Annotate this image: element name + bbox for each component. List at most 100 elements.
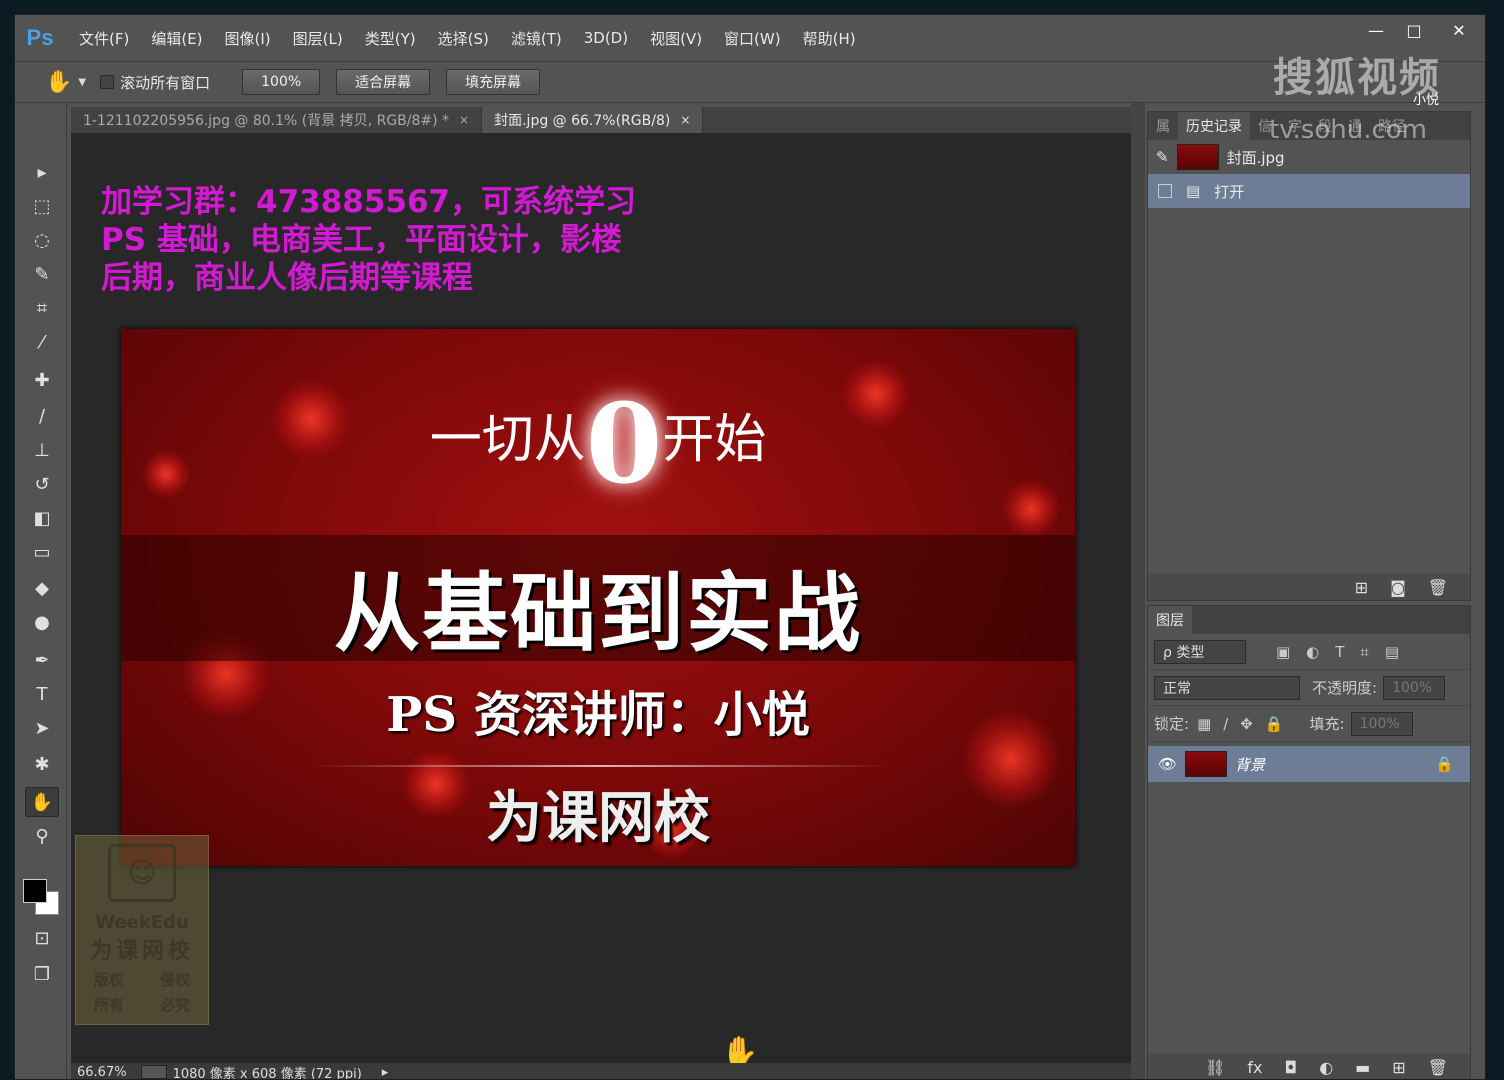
document-artboard[interactable]: 一切从0开始 从基础到实战 PS 资深讲师：小悦 为课网校	[121, 329, 1075, 866]
tab-document-1[interactable]: 1-121102205956.jpg @ 80.1% (背景 拷贝, RGB/8…	[71, 107, 483, 133]
lock-icons[interactable]: ▦∕✥🔒	[1197, 715, 1295, 733]
brush-icon[interactable]: ✎	[1156, 148, 1169, 166]
chevron-down-icon[interactable]: ▼	[78, 77, 86, 88]
minimize-button[interactable]: —	[1357, 15, 1395, 45]
dodge-tool-icon[interactable]: ●	[25, 607, 59, 637]
watermark-text: 版权	[93, 971, 124, 989]
filter-icons[interactable]: ▣◐T⌗▤	[1276, 643, 1415, 661]
overlay-line: 后期，商业人像后期等课程	[101, 260, 473, 296]
tab-history[interactable]: 历史记录	[1178, 112, 1250, 140]
layer-filter-select[interactable]: ρ 类型	[1154, 639, 1246, 664]
trash-icon[interactable]: 🗑	[1428, 578, 1448, 597]
opacity-input[interactable]: 100%	[1383, 675, 1446, 700]
move-tool-icon[interactable]: ▸	[25, 157, 59, 187]
zoom-100-button[interactable]: 100%	[242, 69, 321, 95]
layer-filter-row: ρ 类型 ▣◐T⌗▤	[1148, 634, 1470, 670]
stamp-tool-icon[interactable]: ⊥	[25, 435, 59, 465]
quick-mask-icon[interactable]: ⊡	[25, 923, 59, 953]
eye-icon[interactable]: 👁	[1158, 755, 1177, 773]
watermark-cn: 为课网校	[89, 939, 194, 964]
history-brush-tool-icon[interactable]: ↺	[25, 469, 59, 499]
zoom-level[interactable]: 66.67%	[77, 1065, 127, 1080]
layers-panel-footer: ⛓ fx ◘ ◐ ▬ ⊞ 🗑	[1148, 1054, 1470, 1079]
eraser-tool-icon[interactable]: ◧	[25, 503, 59, 533]
menu-filter[interactable]: 滤镜(T)	[511, 28, 562, 49]
new-layer-icon[interactable]: ⊞	[1392, 1058, 1405, 1077]
fill-input[interactable]: 100%	[1350, 711, 1413, 736]
folder-icon[interactable]: ▬	[1355, 1058, 1370, 1077]
quick-select-tool-icon[interactable]: ✎	[25, 259, 59, 289]
watermark-brand: WeekEdu	[95, 912, 189, 933]
tab-label: 封面.jpg @ 66.7%(RGB/8)	[494, 113, 671, 129]
menu-edit[interactable]: 编辑(E)	[151, 28, 202, 49]
window-controls: — □ ✕	[1357, 15, 1485, 45]
fill-screen-button[interactable]: 填充屏幕	[446, 69, 541, 95]
menu-window[interactable]: 窗口(W)	[724, 28, 781, 49]
crop-tool-icon[interactable]: ⌗	[25, 293, 59, 323]
maximize-button[interactable]: □	[1395, 15, 1433, 45]
close-icon[interactable]: ×	[459, 113, 469, 127]
tab-properties[interactable]: 属	[1148, 116, 1178, 136]
adjustment-icon[interactable]: ◐	[1319, 1058, 1333, 1077]
link-icon[interactable]: ⛓	[1205, 1058, 1225, 1077]
opacity-label: 不透明度:	[1312, 679, 1378, 697]
document-tabs: 1-121102205956.jpg @ 80.1% (背景 拷贝, RGB/8…	[71, 107, 1143, 133]
overlay-line: 加学习群：473885567，可系统学习	[101, 184, 637, 220]
blend-mode-select[interactable]: 正常	[1154, 675, 1300, 700]
lock-label: 锁定:	[1154, 715, 1190, 733]
tab-layers[interactable]: 图层	[1148, 606, 1192, 634]
status-info-icon[interactable]	[140, 1065, 167, 1079]
foreground-color-swatch[interactable]	[23, 879, 47, 903]
gradient-tool-icon[interactable]: ▭	[25, 537, 59, 567]
menu-bar: Ps 文件(F) 编辑(E) 图像(I) 图层(L) 类型(Y) 选择(S) 滤…	[15, 15, 1485, 61]
blend-row: 正常 不透明度: 100%	[1148, 670, 1470, 706]
fx-icon[interactable]: fx	[1247, 1058, 1262, 1077]
path-select-tool-icon[interactable]: ➤	[25, 713, 59, 743]
mask-icon[interactable]: ◘	[1285, 1058, 1298, 1077]
screen-mode-icon[interactable]: ❐	[25, 959, 59, 989]
toolbox: ▸ ⬚ ◌ ✎ ⌗ ⁄ ✚ ∕ ⊥ ↺ ◧ ▭ ◆ ● ✒ T ➤ ✱ ✋ ⚲ …	[15, 103, 67, 1079]
close-icon[interactable]: ×	[680, 113, 690, 127]
menu-3d[interactable]: 3D(D)	[584, 29, 628, 47]
scroll-all-checkbox[interactable]	[100, 75, 115, 89]
history-snapshot[interactable]: ✎ 封面.jpg	[1148, 140, 1470, 174]
menu-view[interactable]: 视图(V)	[650, 28, 702, 49]
brush-tool-icon[interactable]: ∕	[25, 401, 59, 431]
hand-icon[interactable]: ✋	[45, 70, 72, 95]
eyedropper-tool-icon[interactable]: ⁄	[25, 327, 59, 357]
menu-image[interactable]: 图像(I)	[225, 28, 271, 49]
zoom-tool-icon[interactable]: ⚲	[25, 821, 59, 851]
divider	[311, 765, 891, 767]
menu-file[interactable]: 文件(F)	[79, 28, 129, 49]
history-state-checkbox[interactable]	[1158, 184, 1172, 198]
close-button[interactable]: ✕	[1433, 15, 1485, 45]
tab-document-2[interactable]: 封面.jpg @ 66.7%(RGB/8) ×	[482, 107, 704, 133]
type-tool-icon[interactable]: T	[25, 679, 59, 709]
menu-help[interactable]: 帮助(H)	[803, 28, 856, 49]
panel-tabs: 图层	[1148, 606, 1470, 634]
fit-screen-button[interactable]: 适合屏幕	[336, 69, 431, 95]
menu-type[interactable]: 类型(Y)	[365, 28, 416, 49]
trash-icon[interactable]: 🗑	[1428, 1058, 1448, 1077]
shape-tool-icon[interactable]: ✱	[25, 749, 59, 779]
panel-gutter	[1131, 103, 1145, 1079]
new-document-icon[interactable]: ⊞	[1355, 578, 1368, 597]
lasso-tool-icon[interactable]: ◌	[25, 225, 59, 255]
healing-brush-tool-icon[interactable]: ✚	[25, 365, 59, 395]
blur-tool-icon[interactable]: ◆	[25, 573, 59, 603]
document-dimensions: 1080 像素 x 608 像素 (72 ppi)	[172, 1066, 362, 1080]
history-panel-footer: ⊞ ◙ 🗑	[1148, 574, 1470, 600]
marquee-tool-icon[interactable]: ⬚	[25, 191, 59, 221]
lock-row: 锁定: ▦∕✥🔒 填充: 100%	[1148, 706, 1470, 742]
hand-tool-icon[interactable]: ✋	[25, 787, 59, 817]
history-item-label: 打开	[1214, 182, 1245, 201]
menu-layer[interactable]: 图层(L)	[293, 28, 343, 49]
layer-row[interactable]: 👁 背景 🔒	[1148, 746, 1470, 782]
camera-icon[interactable]: ◙	[1390, 578, 1406, 597]
play-icon[interactable]: ▸	[382, 1065, 389, 1080]
artwork-title: 从基础到实战	[334, 564, 862, 664]
canvas-area[interactable]: 加学习群：473885567，可系统学习 PS 基础，电商美工，平面设计，影楼 …	[71, 133, 1131, 1070]
menu-select[interactable]: 选择(S)	[438, 28, 489, 49]
history-item[interactable]: ▤ 打开	[1148, 174, 1470, 208]
pen-tool-icon[interactable]: ✒	[25, 645, 59, 675]
